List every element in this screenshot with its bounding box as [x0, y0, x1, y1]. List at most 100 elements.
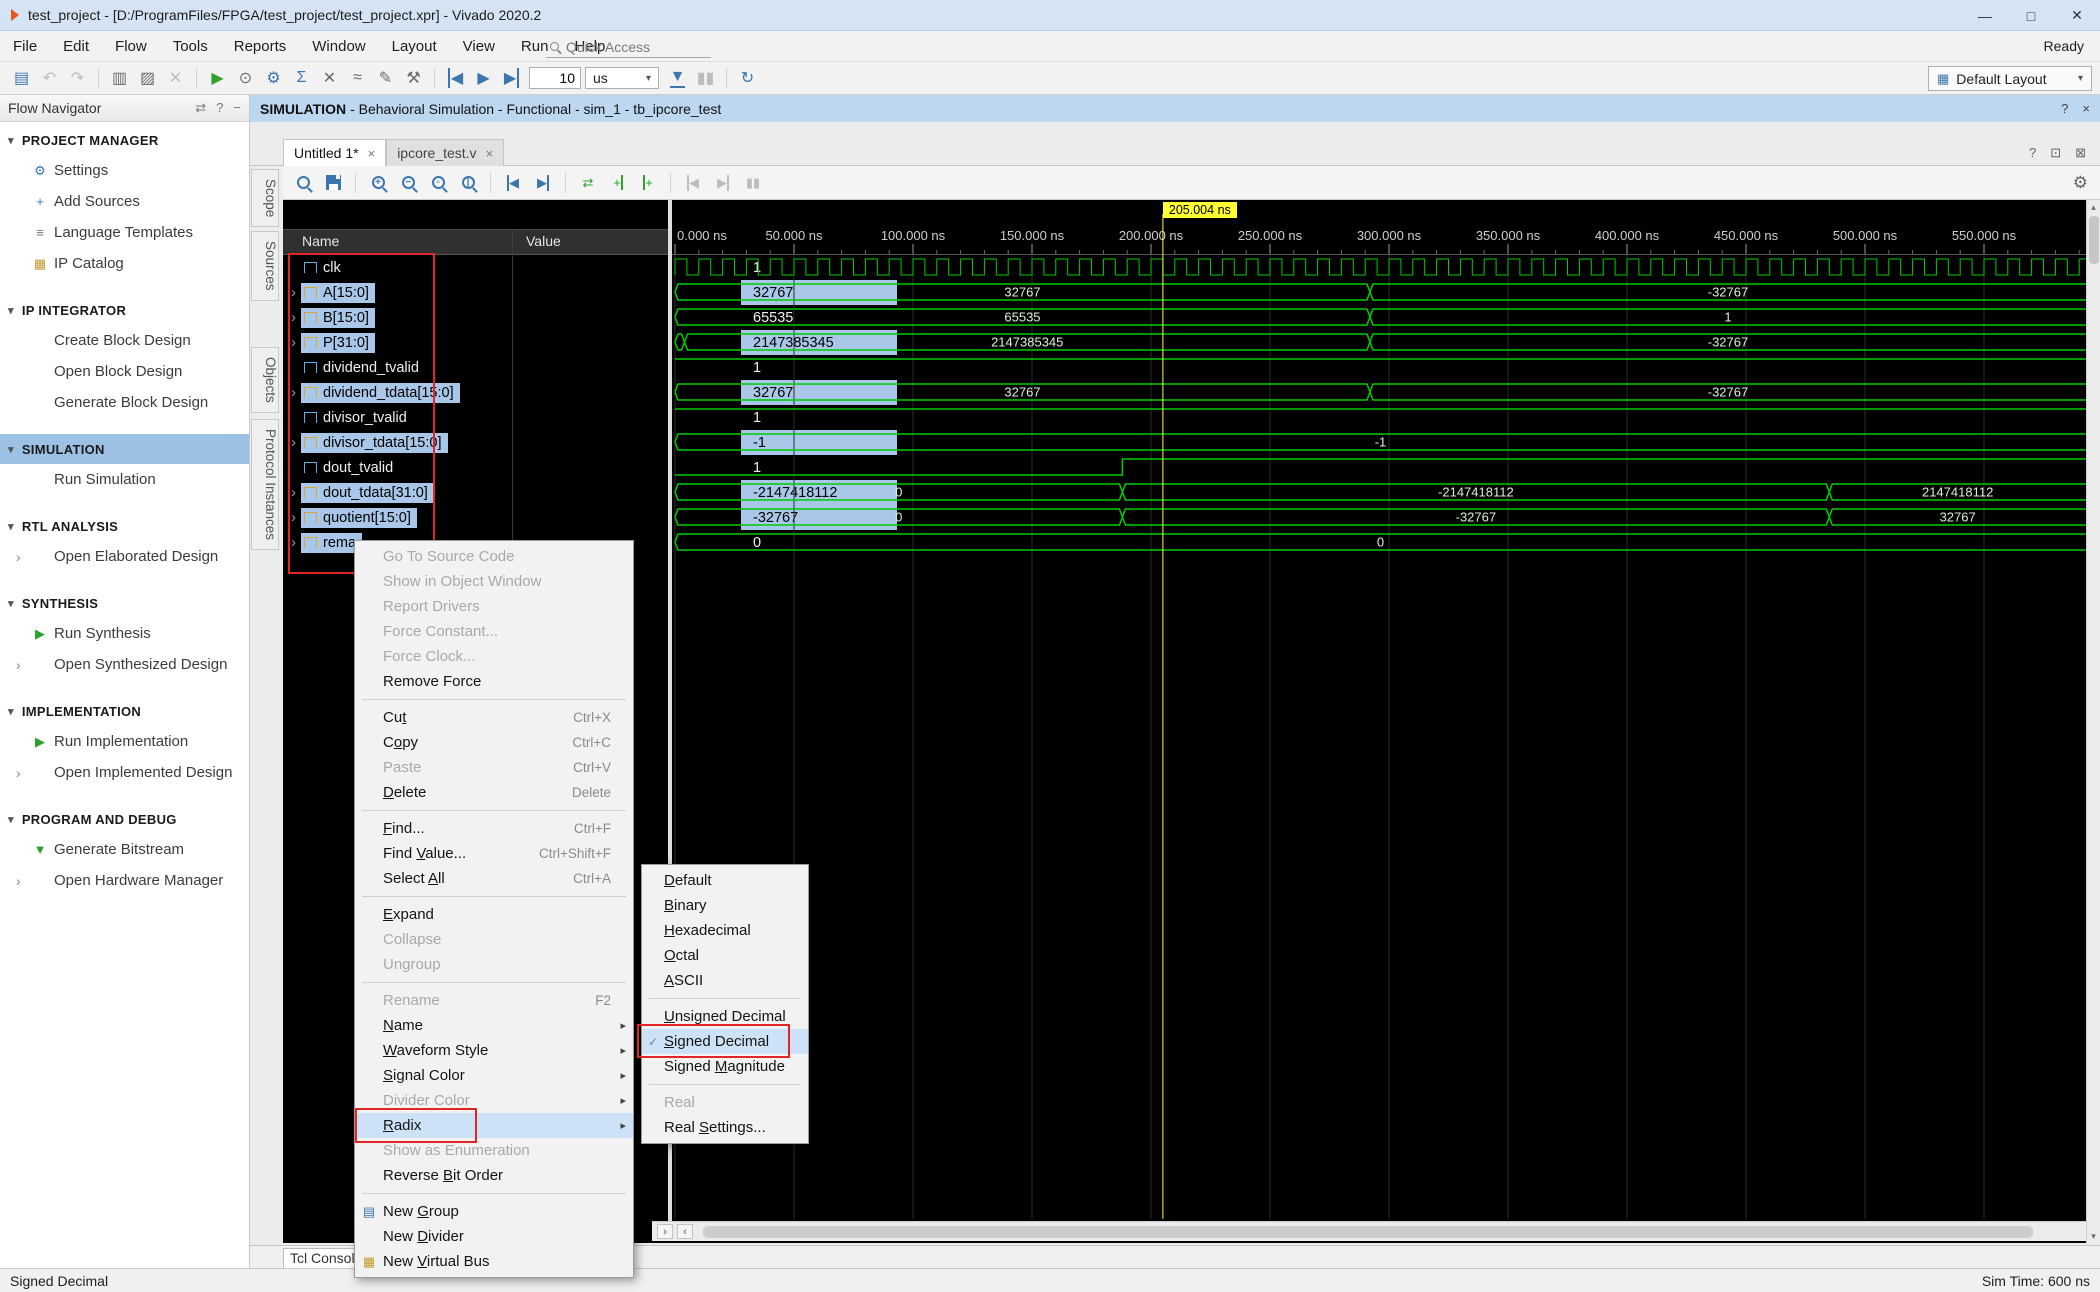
- side-tab-objects[interactable]: Objects: [251, 347, 279, 413]
- dashboard-icon[interactable]: ⊙: [232, 65, 259, 92]
- flownav-item-open-implemented-design[interactable]: ›Open Implemented Design: [0, 757, 249, 788]
- run-icon[interactable]: ▶: [204, 65, 231, 92]
- probe-icon[interactable]: ≈: [344, 65, 371, 92]
- cancel-icon[interactable]: ✕: [316, 65, 343, 92]
- maximize-icon[interactable]: ⊠: [2075, 145, 2086, 161]
- signal-row-b-15-0[interactable]: ›B[15:0]: [283, 305, 512, 330]
- close-button[interactable]: ✕: [2054, 0, 2100, 31]
- expand-icon[interactable]: ›: [286, 509, 301, 526]
- menu-file[interactable]: File: [0, 31, 50, 62]
- vscroll-thumb[interactable]: [2089, 216, 2099, 264]
- menu-item-waveform-style[interactable]: Waveform Style▸: [355, 1038, 633, 1063]
- wave-settings-icon[interactable]: ⚙: [2073, 166, 2088, 200]
- signal-row-clk[interactable]: clk: [283, 255, 512, 280]
- value-column-header[interactable]: Value: [526, 233, 561, 249]
- menu-item-radix[interactable]: Radix▸: [355, 1113, 633, 1138]
- menu-item-copy[interactable]: CopyCtrl+C: [355, 730, 633, 755]
- radix-option-octal[interactable]: Octal: [642, 943, 808, 968]
- link-cursors-icon[interactable]: ▮▮: [739, 169, 767, 197]
- flownav-header-ip-integrator[interactable]: ▾IP INTEGRATOR: [0, 295, 249, 325]
- flownav-item-open-synthesized-design[interactable]: ›Open Synthesized Design: [0, 649, 249, 680]
- menu-item-find-value[interactable]: Find Value...Ctrl+Shift+F: [355, 841, 633, 866]
- layout-selector[interactable]: ▦ Default Layout ▾: [1928, 66, 2092, 91]
- expand-icon[interactable]: ›: [286, 334, 301, 351]
- flownav-item-open-elaborated-design[interactable]: ›Open Elaborated Design: [0, 541, 249, 572]
- goto-last-time-icon[interactable]: ▶: [529, 169, 557, 197]
- hscroll-thumb[interactable]: [703, 1226, 2033, 1238]
- expand-icon[interactable]: ›: [286, 309, 301, 326]
- signal-row-dividend-tvalid[interactable]: dividend_tvalid: [283, 355, 512, 380]
- signal-row-dividend-tdata-15-0[interactable]: ›dividend_tdata[15:0]: [283, 380, 512, 405]
- add-flag-icon[interactable]: +: [634, 169, 662, 197]
- undo-icon[interactable]: ↶: [36, 65, 63, 92]
- flownav-item-settings[interactable]: ⚙Settings: [0, 155, 249, 186]
- menu-item-select-all[interactable]: Select AllCtrl+A: [355, 866, 633, 891]
- flownav-item-generate-bitstream[interactable]: ▼Generate Bitstream: [0, 834, 249, 865]
- menu-item-reverse-bit-order[interactable]: Reverse Bit Order: [355, 1163, 633, 1188]
- radix-option-binary[interactable]: Binary: [642, 893, 808, 918]
- cursor-time-label[interactable]: 205.004 ns: [1163, 202, 1237, 218]
- window-icon[interactable]: ▤: [8, 65, 35, 92]
- radix-option-unsigned-decimal[interactable]: Unsigned Decimal: [642, 1004, 808, 1029]
- menu-view[interactable]: View: [450, 31, 508, 62]
- sim-run-time-input[interactable]: [529, 67, 581, 89]
- expand-icon[interactable]: ›: [286, 484, 301, 501]
- menu-item-new-divider[interactable]: New Divider: [355, 1224, 633, 1249]
- radix-option-hexadecimal[interactable]: Hexadecimal: [642, 918, 808, 943]
- scroll-left-icon[interactable]: ‹: [677, 1224, 693, 1239]
- wrench-icon[interactable]: ⚒: [400, 65, 427, 92]
- menu-item-name[interactable]: Name▸: [355, 1013, 633, 1038]
- radix-option-signed-decimal[interactable]: ✓Signed Decimal: [642, 1029, 808, 1054]
- zoom-out-icon[interactable]: [394, 169, 422, 197]
- signal-row-a-15-0[interactable]: ›A[15:0]: [283, 280, 512, 305]
- step-icon[interactable]: ▶: [498, 65, 525, 92]
- toggle-columns-icon[interactable]: ⇄: [195, 100, 206, 116]
- close-tab-icon[interactable]: ×: [486, 146, 494, 161]
- flownav-item-generate-block-design[interactable]: Generate Block Design: [0, 387, 249, 418]
- expand-icon[interactable]: ›: [286, 534, 301, 551]
- redo-icon[interactable]: ↷: [64, 65, 91, 92]
- restart-icon[interactable]: ◀: [442, 65, 469, 92]
- scroll-up-icon[interactable]: ▴: [2087, 200, 2100, 214]
- expand-icon[interactable]: ›: [286, 434, 301, 451]
- menu-edit[interactable]: Edit: [50, 31, 102, 62]
- signal-row-divisor-tvalid[interactable]: divisor_tvalid: [283, 405, 512, 430]
- flownav-item-run-synthesis[interactable]: ▶Run Synthesis: [0, 618, 249, 649]
- horizontal-scrollbar[interactable]: › ‹: [652, 1221, 2086, 1241]
- relaunch-icon[interactable]: ↻: [734, 65, 761, 92]
- menu-item-expand[interactable]: Expand: [355, 902, 633, 927]
- paste-icon[interactable]: ▨: [134, 65, 161, 92]
- menu-item-find[interactable]: Find...Ctrl+F: [355, 816, 633, 841]
- menu-flow[interactable]: Flow: [102, 31, 160, 62]
- close-icon[interactable]: ×: [2082, 101, 2090, 116]
- radix-option-ascii[interactable]: ASCII: [642, 968, 808, 993]
- zoom-fit-icon[interactable]: [424, 169, 452, 197]
- signal-row-dout-tvalid[interactable]: dout_tvalid: [283, 455, 512, 480]
- delete-icon[interactable]: ✕: [162, 65, 189, 92]
- signal-row-p-31-0[interactable]: ›P[31:0]: [283, 330, 512, 355]
- help-icon[interactable]: ?: [2029, 145, 2036, 160]
- editor-tab-ipcore-test-v[interactable]: ipcore_test.v×: [386, 139, 504, 166]
- next-marker-icon[interactable]: ▶: [709, 169, 737, 197]
- menu-layout[interactable]: Layout: [379, 31, 450, 62]
- menu-window[interactable]: Window: [299, 31, 378, 62]
- menu-reports[interactable]: Reports: [221, 31, 300, 62]
- signal-row-dout-tdata-31-0[interactable]: ›dout_tdata[31:0]: [283, 480, 512, 505]
- signal-row-divisor-tdata-15-0[interactable]: ›divisor_tdata[15:0]: [283, 430, 512, 455]
- add-marker-icon[interactable]: +: [604, 169, 632, 197]
- help-icon[interactable]: ?: [2061, 101, 2068, 116]
- flownav-item-ip-catalog[interactable]: ▦IP Catalog: [0, 248, 249, 279]
- side-tab-scope[interactable]: Scope: [251, 169, 279, 227]
- edit-icon[interactable]: ✎: [372, 65, 399, 92]
- flownav-header-project-manager[interactable]: ▾PROJECT MANAGER: [0, 125, 249, 155]
- settings-gear-icon[interactable]: ⚙: [260, 65, 287, 92]
- flownav-header-synthesis[interactable]: ▾SYNTHESIS: [0, 588, 249, 618]
- flownav-item-run-implementation[interactable]: ▶Run Implementation: [0, 726, 249, 757]
- zoom-in-icon[interactable]: [364, 169, 392, 197]
- quick-access-search[interactable]: Quick Access: [546, 36, 711, 58]
- run-all-icon[interactable]: ▶: [470, 65, 497, 92]
- name-column-header[interactable]: Name: [302, 233, 339, 249]
- run-for-time-icon[interactable]: ▼: [664, 65, 691, 92]
- help-icon[interactable]: ?: [216, 100, 223, 116]
- minimize-button[interactable]: —: [1962, 0, 2008, 31]
